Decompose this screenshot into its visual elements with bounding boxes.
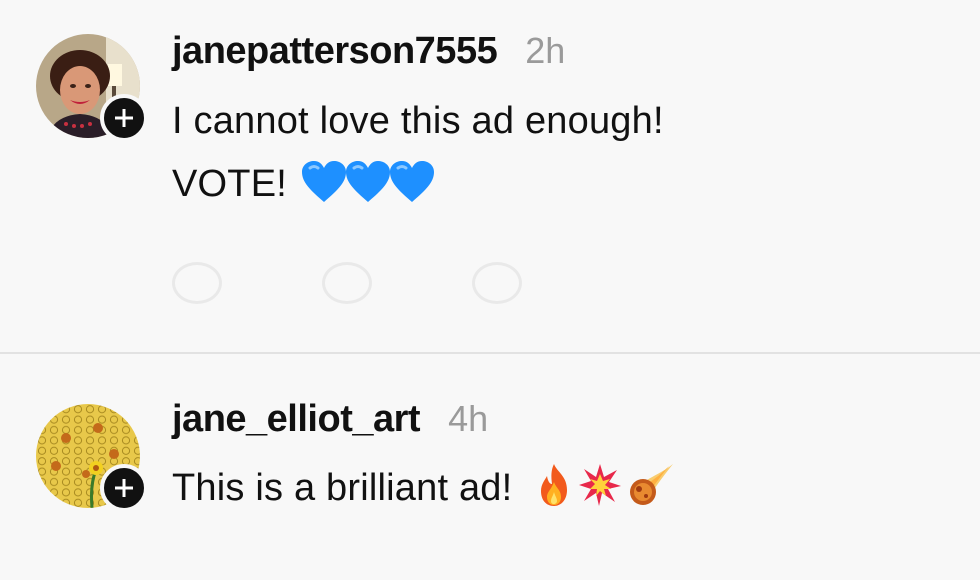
collision-icon xyxy=(577,462,623,518)
blue-heart-icon xyxy=(300,160,348,214)
reply-icon[interactable] xyxy=(322,262,372,304)
comment-text-line: VOTE! xyxy=(172,163,288,205)
plus-icon xyxy=(115,479,133,497)
fire-icon xyxy=(533,462,575,518)
blue-heart-icon xyxy=(344,160,392,214)
comment-text-line: I cannot love this ad enough! xyxy=(172,100,664,142)
avatar-container[interactable] xyxy=(36,404,148,512)
timestamp: 4h xyxy=(448,398,489,439)
username-link[interactable]: jane_elliot_art xyxy=(172,398,421,441)
comment-text: This is a brilliant ad! xyxy=(172,462,675,518)
follow-button[interactable] xyxy=(100,94,148,142)
divider xyxy=(0,352,980,354)
like-icon[interactable] xyxy=(172,262,222,304)
comment-item: jane_elliot_art 4h This is a brilliant a… xyxy=(0,356,980,580)
comment-actions xyxy=(172,262,522,304)
plus-icon xyxy=(115,109,133,127)
comment-header: janepatterson7555 2h xyxy=(172,30,565,73)
comment-text: VOTE! xyxy=(172,160,436,214)
comment-header: jane_elliot_art 4h xyxy=(172,398,488,441)
avatar-container[interactable] xyxy=(36,34,148,142)
share-icon[interactable] xyxy=(472,262,522,304)
comment-text-line: This is a brilliant ad! xyxy=(172,467,513,509)
username-link[interactable]: janepatterson7555 xyxy=(172,30,498,73)
follow-button[interactable] xyxy=(100,464,148,512)
blue-heart-icon xyxy=(388,160,436,214)
comet-icon xyxy=(625,462,675,518)
timestamp: 2h xyxy=(525,30,566,71)
comment-item: janepatterson7555 2h I cannot love this … xyxy=(0,0,980,352)
comment-text: I cannot love this ad enough! xyxy=(172,100,664,143)
